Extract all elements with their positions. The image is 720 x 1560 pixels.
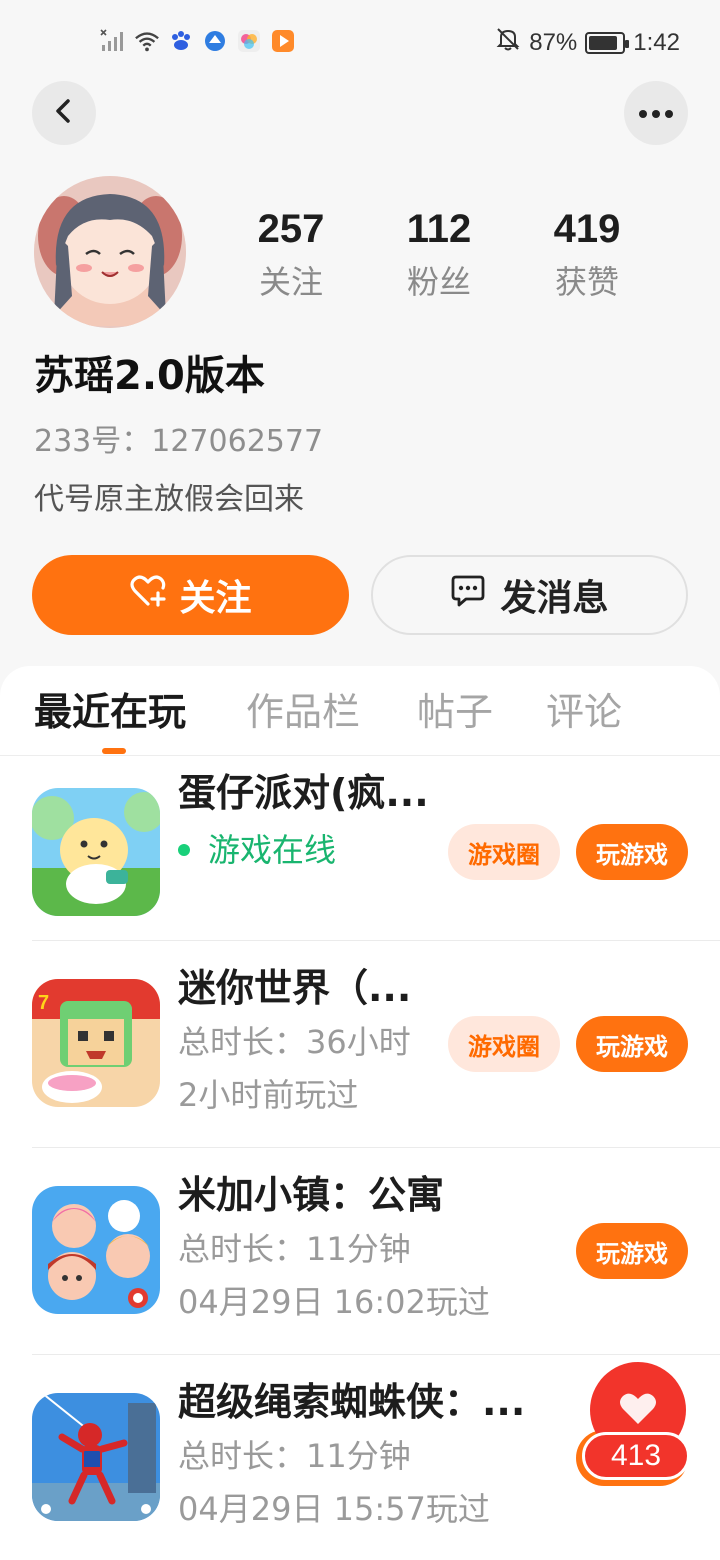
avatar-illustration [34, 176, 186, 328]
nickname: 苏瑶2.0版本 [34, 353, 265, 399]
play-duration: 总时长：36小时 [178, 1023, 411, 1061]
tab-works[interactable]: 作品栏 [246, 686, 360, 738]
game-icon-spider-rope-hero [32, 1393, 160, 1521]
battery-fill [589, 35, 618, 50]
play-duration: 总时长：11分钟 [178, 1230, 411, 1268]
active-tab-indicator [102, 748, 126, 754]
play-duration: 总时长：11分钟 [178, 1437, 411, 1475]
clock: 1:42 [633, 28, 680, 56]
game-title: 迷你世界（... [178, 966, 412, 1010]
game-icon-eggy-party [32, 788, 160, 916]
game-circle-button[interactable]: 游戏圈 [448, 1016, 560, 1072]
game-circle-button[interactable]: 游戏圈 [448, 824, 560, 880]
heart-icon [618, 1390, 658, 1430]
stat-likes: 419 获赞 [517, 206, 657, 302]
list-item-game[interactable]: 7 迷你世界（... 总时长：36小时 2小时前玩过 游戏圈 玩游戏 [0, 941, 720, 1148]
online-text: 游戏在线 [208, 831, 337, 869]
game-icon-mini-world: 7 [32, 979, 160, 1107]
play-game-button[interactable]: 玩游戏 [576, 1223, 688, 1279]
stat-label: 获赞 [554, 263, 619, 301]
stat-value: 419 [553, 207, 621, 251]
list-item-game[interactable]: 米加小镇：公寓 总时长：11分钟 04月29日 16:02玩过 玩游戏 [0, 1148, 720, 1355]
stat-following[interactable]: 257 关注 [221, 206, 361, 302]
notification-icons [100, 28, 296, 54]
video-app-icon [270, 28, 296, 54]
browser-app-icon [202, 28, 228, 54]
icon-badge-text: 7 [38, 992, 49, 1014]
photos-app-icon [236, 28, 262, 54]
stat-label: 关注 [258, 263, 323, 301]
wifi-icon [134, 28, 160, 54]
stat-followers[interactable]: 112 粉丝 [369, 206, 509, 302]
battery-percent: 87% [529, 28, 578, 56]
stat-label: 粉丝 [406, 263, 471, 301]
baidu-app-icon [168, 28, 194, 54]
tab-comments[interactable]: 评论 [546, 686, 622, 738]
user-id: 233号：127062577 [34, 424, 324, 459]
tab-posts[interactable]: 帖子 [417, 686, 493, 738]
signal-icon [100, 28, 126, 54]
bio: 代号原主放假会回来 [34, 482, 304, 517]
more-dots-icon [638, 104, 674, 123]
tab-recent-play[interactable]: 最近在玩 [34, 686, 186, 738]
status-bar: 87% 1:42 [0, 0, 720, 84]
play-game-button[interactable]: 玩游戏 [576, 1016, 688, 1072]
stat-value: 257 [257, 207, 325, 251]
game-title: 米加小镇：公寓 [178, 1173, 445, 1217]
chat-bubble-icon [450, 574, 486, 617]
last-played: 2小时前玩过 [178, 1076, 359, 1114]
tab-bar: 最近在玩 作品栏 帖子 评论 [0, 666, 720, 756]
play-game-button[interactable]: 玩游戏 [576, 824, 688, 880]
chevron-left-icon [50, 97, 78, 129]
last-played: 04月29日 16:02玩过 [178, 1283, 490, 1321]
follow-label: 关注 [179, 578, 252, 619]
avatar[interactable] [34, 176, 186, 328]
game-title: 蛋仔派对(疯... [178, 771, 429, 815]
battery-icon [585, 31, 630, 54]
more-options-button[interactable] [624, 81, 688, 145]
stat-value: 112 [406, 207, 472, 251]
game-title: 超级绳索蜘蛛侠：... [178, 1380, 526, 1424]
like-count-badge: 413 [582, 1432, 690, 1480]
back-button[interactable] [32, 81, 96, 145]
game-icon-miga-town [32, 1186, 160, 1314]
list-item-game[interactable]: 蛋仔派对(疯... 游戏在线 游戏圈 玩游戏 [0, 756, 720, 941]
heart-plus-icon [129, 573, 167, 618]
follow-button[interactable]: 关注 [32, 555, 349, 635]
online-dot [178, 844, 190, 856]
message-label: 发消息 [500, 578, 609, 619]
online-status: 游戏在线 [178, 828, 336, 872]
system-status: 87% 1:42 [495, 26, 680, 59]
last-played: 04月29日 15:57玩过 [178, 1490, 490, 1528]
mute-bell-icon [495, 26, 521, 59]
message-button[interactable]: 发消息 [371, 555, 688, 635]
